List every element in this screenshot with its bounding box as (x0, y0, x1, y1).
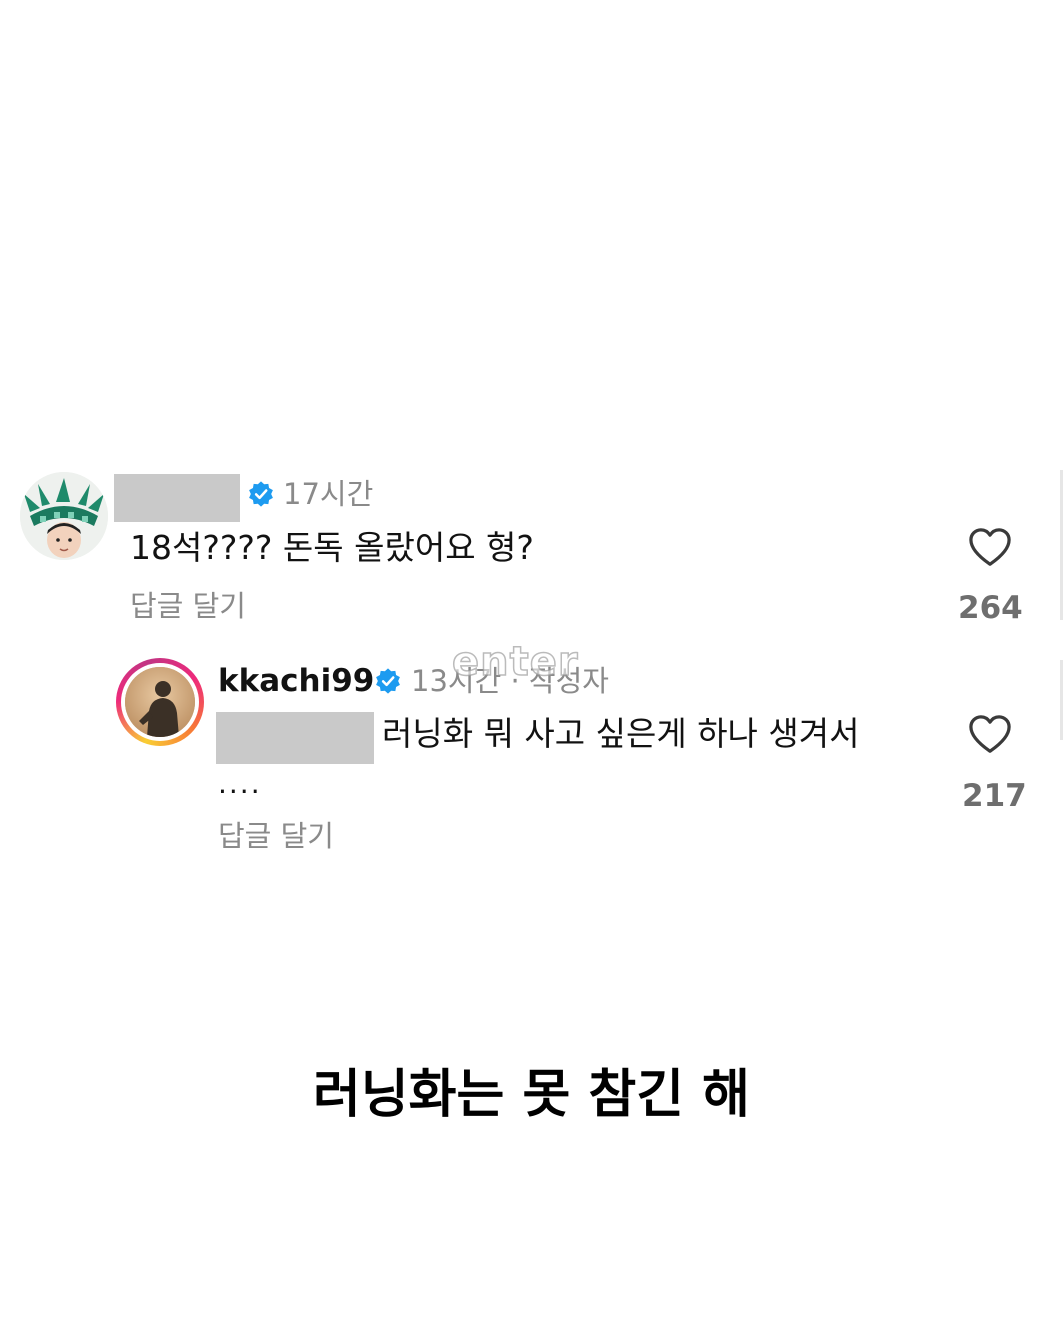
like-count: 217 (962, 778, 1027, 814)
author-avatar[interactable] (116, 658, 204, 746)
redacted-mention (216, 712, 374, 764)
comment-timestamp: 17시간 (283, 477, 374, 511)
like-count: 264 (958, 590, 1023, 626)
verified-badge-icon (376, 668, 400, 694)
reply-text-continued: .... (218, 767, 262, 800)
watermark: enter (451, 638, 579, 686)
avatar-ring-gap (121, 663, 199, 741)
statue-crown-avatar-image (20, 472, 108, 560)
author-avatar-image (125, 667, 195, 737)
redacted-username (114, 474, 240, 522)
comment-text: 18석???? 돈독 올랐어요 형? (130, 528, 534, 567)
reply-button[interactable]: 답글 달기 (218, 816, 334, 856)
commenter-avatar[interactable] (20, 472, 108, 560)
reply-button[interactable]: 답글 달기 (130, 586, 246, 626)
heart-outline-icon[interactable] (967, 713, 1013, 755)
author-username[interactable]: kkachi99 (218, 660, 374, 702)
heart-outline-icon[interactable] (967, 526, 1013, 568)
reply-text: 러닝화 뭐 사고 싶은게 하나 생겨서 (382, 714, 860, 753)
caption-title: 러닝화는 못 참긴 해 (312, 1065, 751, 1125)
verified-badge-icon (249, 481, 273, 507)
